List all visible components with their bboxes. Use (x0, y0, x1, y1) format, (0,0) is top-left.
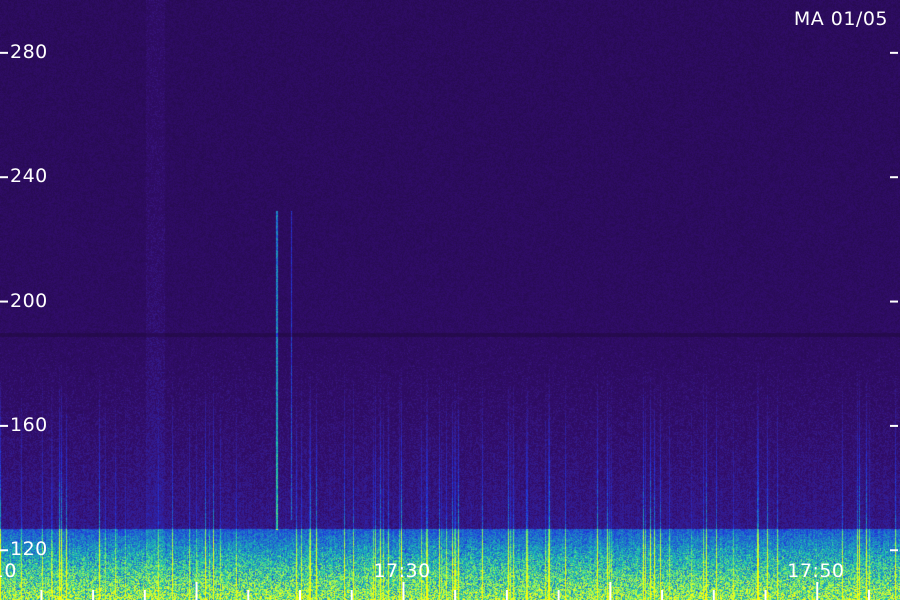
x-minor-tick (454, 590, 457, 600)
x-tick-label: 17:50 (787, 560, 845, 582)
x-minor-tick (143, 590, 146, 600)
x-major-tick (816, 582, 819, 600)
y-tick-label: 200 (10, 289, 48, 312)
x-minor-tick (712, 590, 715, 600)
y-tick-label: 240 (10, 165, 48, 188)
x-minor-tick (350, 590, 353, 600)
x-major-tick (609, 582, 612, 600)
x-minor-tick (299, 590, 301, 600)
y-tick-mark-r (890, 176, 898, 179)
station-date-stamp: MA 01/05 (793, 8, 888, 30)
y-tick-mark-r (890, 51, 898, 54)
x-minor-tick (40, 590, 43, 600)
y-tick-mark-l (0, 300, 8, 303)
tick-overlay (0, 51, 898, 600)
x-major-tick (195, 582, 198, 600)
y-tick-mark-r (890, 300, 898, 303)
y-tick-label: 160 (10, 413, 48, 436)
y-tick-mark-l (0, 176, 8, 179)
y-tick-label: 120 (10, 538, 48, 561)
y-tick-mark-l (0, 424, 8, 427)
x-minor-tick (247, 590, 250, 600)
x-minor-tick (661, 590, 664, 600)
y-tick-mark-l (0, 51, 8, 54)
y-tick-mark-r (890, 424, 898, 427)
x-tick-label: 17:10 (0, 560, 17, 582)
y-tick-mark-r (890, 549, 898, 552)
x-major-tick (402, 582, 405, 600)
x-minor-tick (505, 590, 508, 600)
y-tick-mark-l (0, 549, 8, 552)
x-minor-tick (557, 590, 560, 600)
x-minor-tick (764, 590, 767, 600)
x-minor-tick (92, 590, 95, 600)
y-tick-label: 280 (10, 40, 48, 63)
x-tick-label: 17:30 (373, 560, 431, 582)
x-minor-tick (867, 590, 870, 600)
